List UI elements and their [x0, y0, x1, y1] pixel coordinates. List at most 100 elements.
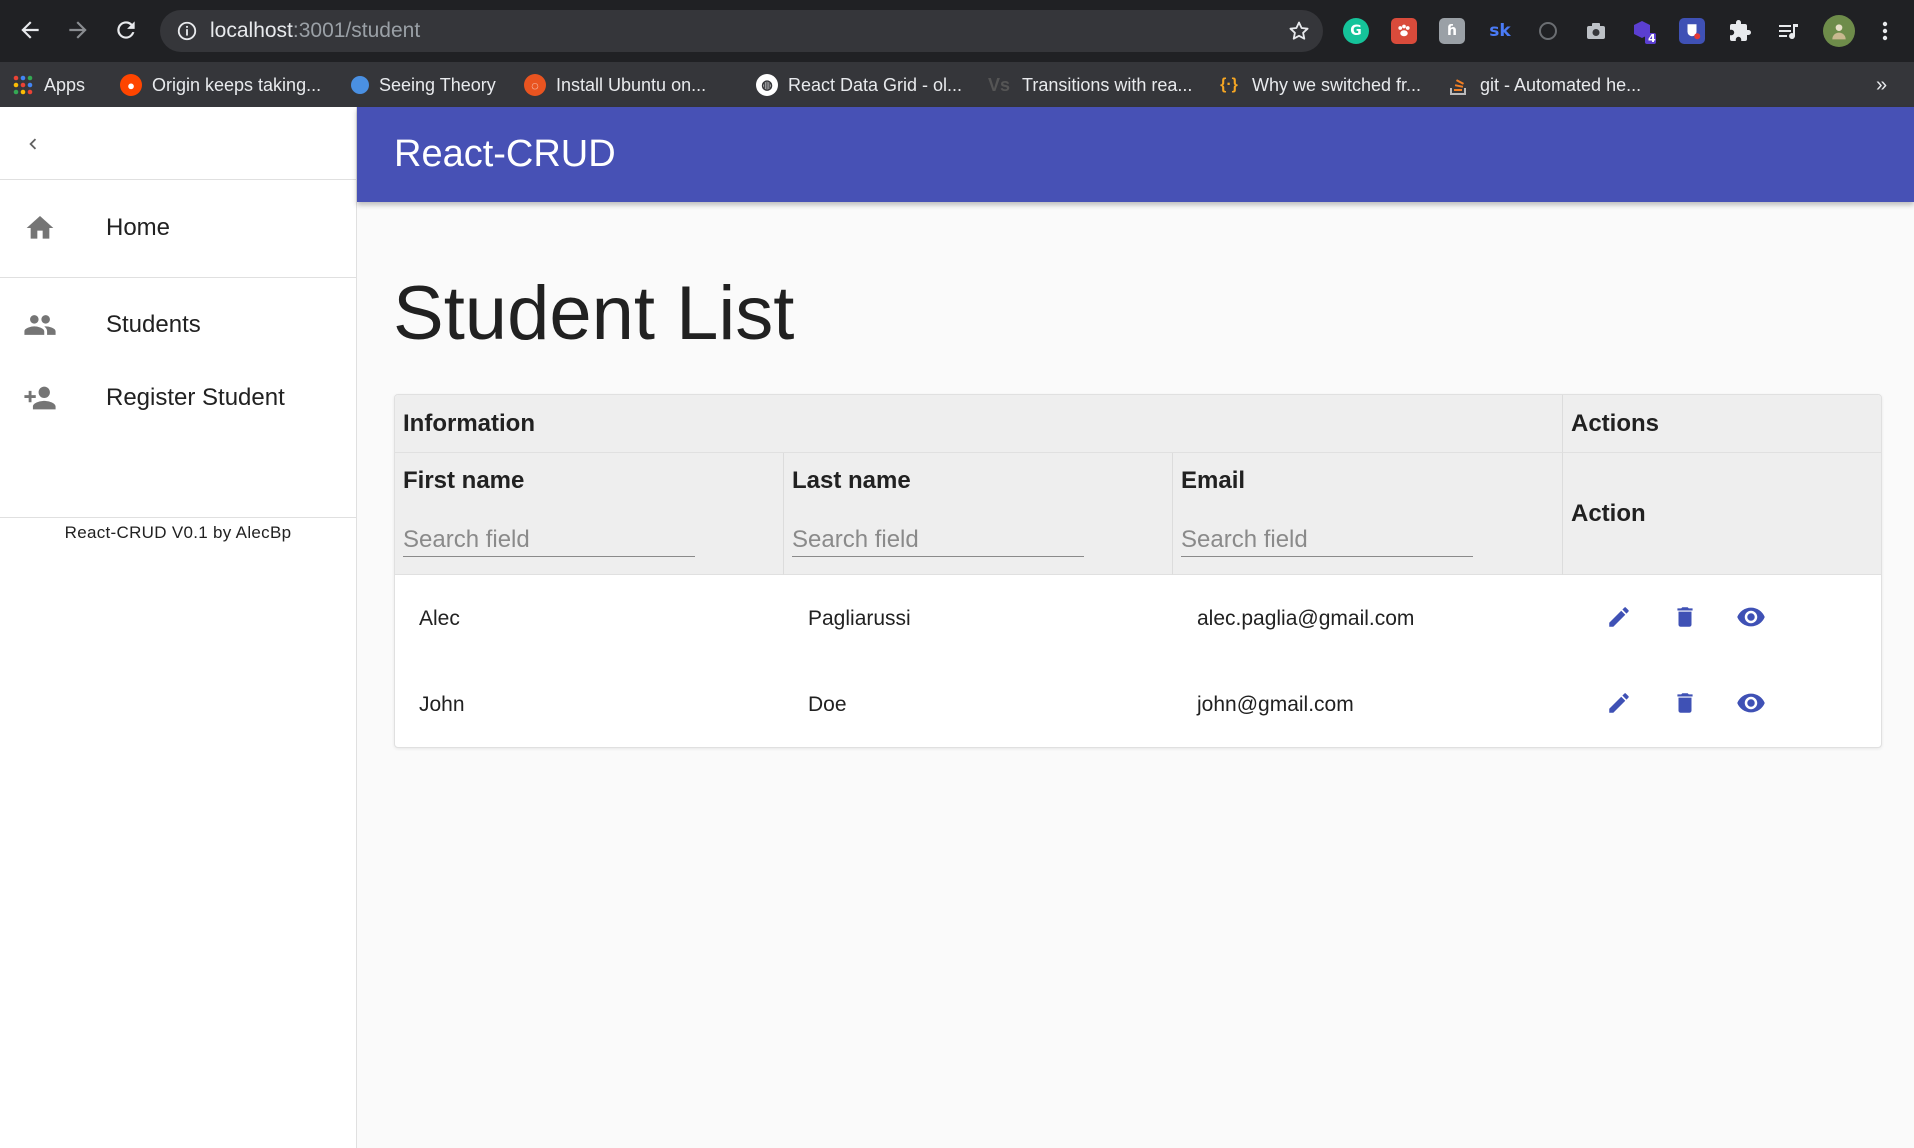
extension-icon[interactable]: sk: [1487, 18, 1513, 44]
overflow-label: »: [1876, 73, 1888, 96]
vs-icon: Vs: [987, 74, 1011, 95]
arrow-back-icon: [21, 21, 39, 39]
bookmark-label: Apps: [44, 74, 86, 95]
student-table: Information Actions First name Last name…: [394, 394, 1882, 748]
ubuntu-icon: ◌: [524, 74, 546, 96]
apps-grid-icon: [13, 75, 33, 95]
reddit-icon: ●: [120, 74, 142, 96]
bookmark-label: Install Ubuntu on...: [556, 74, 707, 95]
sidebar-item-home[interactable]: Home: [0, 198, 356, 258]
people-icon: [22, 307, 58, 343]
chevron-left-icon: [29, 138, 37, 150]
address-bar[interactable]: localhost:3001/student: [160, 10, 1323, 52]
extension-icon[interactable]: ɦ: [1439, 18, 1465, 44]
person-add-icon: [22, 380, 58, 416]
delete-icon: [1677, 693, 1693, 713]
bookmark-label: Why we switched fr...: [1252, 74, 1422, 95]
extension-badge: 4: [1648, 32, 1656, 45]
bookmark-label: Seeing Theory: [379, 74, 496, 95]
delete-button[interactable]: [1667, 685, 1703, 721]
view-button[interactable]: [1733, 599, 1769, 635]
sidebar-drawer: Home Students Register Student React-CRU…: [0, 107, 357, 1148]
edit-button[interactable]: [1601, 599, 1637, 635]
bookmark-label: git - Automated he...: [1480, 74, 1642, 95]
drawer-header: [0, 107, 356, 180]
info-icon[interactable]: [176, 20, 198, 42]
column-header-last-name: Last name: [784, 453, 1173, 575]
page-title: Student List: [393, 271, 795, 356]
bookmark-label: Transitions with rea...: [1022, 74, 1193, 95]
paw-icon: [1398, 24, 1410, 37]
column-header-email: Email: [1173, 453, 1563, 575]
braces-icon: {·}: [1220, 76, 1238, 93]
edit-icon: [1609, 607, 1629, 627]
search-input-first-name[interactable]: [403, 523, 695, 557]
reload-button[interactable]: [106, 10, 146, 50]
arrow-forward-icon: [69, 21, 87, 39]
extensions-button[interactable]: [1727, 18, 1753, 44]
refresh-circle-icon: [1539, 22, 1557, 40]
bookmark-apps[interactable]: Apps: [12, 71, 85, 99]
media-controls-button[interactable]: [1775, 18, 1801, 44]
group-header-label: Information: [403, 410, 535, 437]
extension-icon[interactable]: [1535, 18, 1561, 44]
column-header-first-name: First name: [395, 453, 784, 575]
divider: [0, 517, 356, 518]
view-button[interactable]: [1733, 685, 1769, 721]
menu-button[interactable]: [1872, 18, 1898, 44]
bookmark-item[interactable]: ● Origin keeps taking...: [120, 71, 321, 99]
bookmark-item[interactable]: ◌ Install Ubuntu on...: [524, 71, 706, 99]
stackoverflow-icon: [1450, 79, 1466, 95]
delete-button[interactable]: [1667, 599, 1703, 635]
search-input-last-name[interactable]: [792, 523, 1084, 557]
more-vert-icon: [1882, 21, 1888, 41]
column-group-actions: Actions: [1563, 395, 1881, 453]
bookmark-item[interactable]: git - Automated he...: [1448, 71, 1641, 99]
search-input-email[interactable]: [1181, 523, 1473, 557]
browser-toolbar: localhost:3001/student G ɦ sk 4: [0, 0, 1914, 62]
close-drawer-button[interactable]: [18, 129, 48, 159]
sidebar-item-label: Register Student: [106, 384, 285, 411]
bookmark-star-icon[interactable]: [1287, 19, 1311, 43]
sidebar-item-students[interactable]: Students: [0, 295, 356, 355]
sidebar-item-register-student[interactable]: Register Student: [0, 368, 356, 428]
column-header-label: Email: [1181, 467, 1246, 494]
column-header-label: Action: [1571, 500, 1646, 527]
back-button[interactable]: [10, 10, 50, 50]
edit-button[interactable]: [1601, 685, 1637, 721]
bookmark-item[interactable]: Vs Transitions with rea...: [986, 71, 1192, 99]
extension-icon[interactable]: [1391, 18, 1417, 44]
bookmarks-overflow-button[interactable]: »: [1876, 71, 1887, 99]
bookmark-item[interactable]: ◍ React Data Grid - ol...: [756, 71, 962, 99]
screenshot-extension-icon[interactable]: [1583, 18, 1609, 44]
drawer-footer: React-CRUD V0.1 by AlecBp: [64, 523, 292, 542]
column-header-label: First name: [403, 467, 525, 494]
app-title: React-CRUD: [394, 133, 616, 175]
bookmarks-bar: Apps ● Origin keeps taking... Seeing The…: [0, 62, 1914, 107]
forward-button[interactable]: [58, 10, 98, 50]
grammarly-extension-icon[interactable]: G: [1343, 18, 1369, 44]
shield-icon: [1687, 24, 1701, 40]
url-host: localhost: [210, 19, 293, 42]
puzzle-icon: [1730, 20, 1751, 41]
avatar-icon: [1832, 24, 1846, 40]
divider: [0, 277, 356, 278]
cell-email: alec.paglia@gmail.com: [1197, 607, 1415, 630]
cell-last-name: Doe: [808, 693, 847, 716]
profile-avatar[interactable]: [1823, 15, 1855, 47]
app-bar: React-CRUD: [357, 107, 1914, 202]
bookmark-item[interactable]: Seeing Theory: [351, 71, 496, 99]
extension-icon[interactable]: [1679, 18, 1705, 44]
circle-icon: [351, 76, 369, 94]
url-text[interactable]: localhost:3001/student: [210, 19, 420, 43]
extension-icon[interactable]: 4: [1631, 18, 1657, 45]
edit-icon: [1609, 693, 1629, 713]
cell-first-name: John: [419, 693, 465, 716]
column-header-action: Action: [1563, 453, 1881, 575]
delete-icon: [1677, 607, 1693, 627]
cell-first-name: Alec: [419, 607, 460, 630]
view-icon: [1737, 693, 1765, 713]
sidebar-item-label: Home: [106, 214, 171, 241]
column-header-label: Last name: [792, 467, 911, 494]
bookmark-item[interactable]: {·} Why we switched fr...: [1216, 71, 1421, 99]
